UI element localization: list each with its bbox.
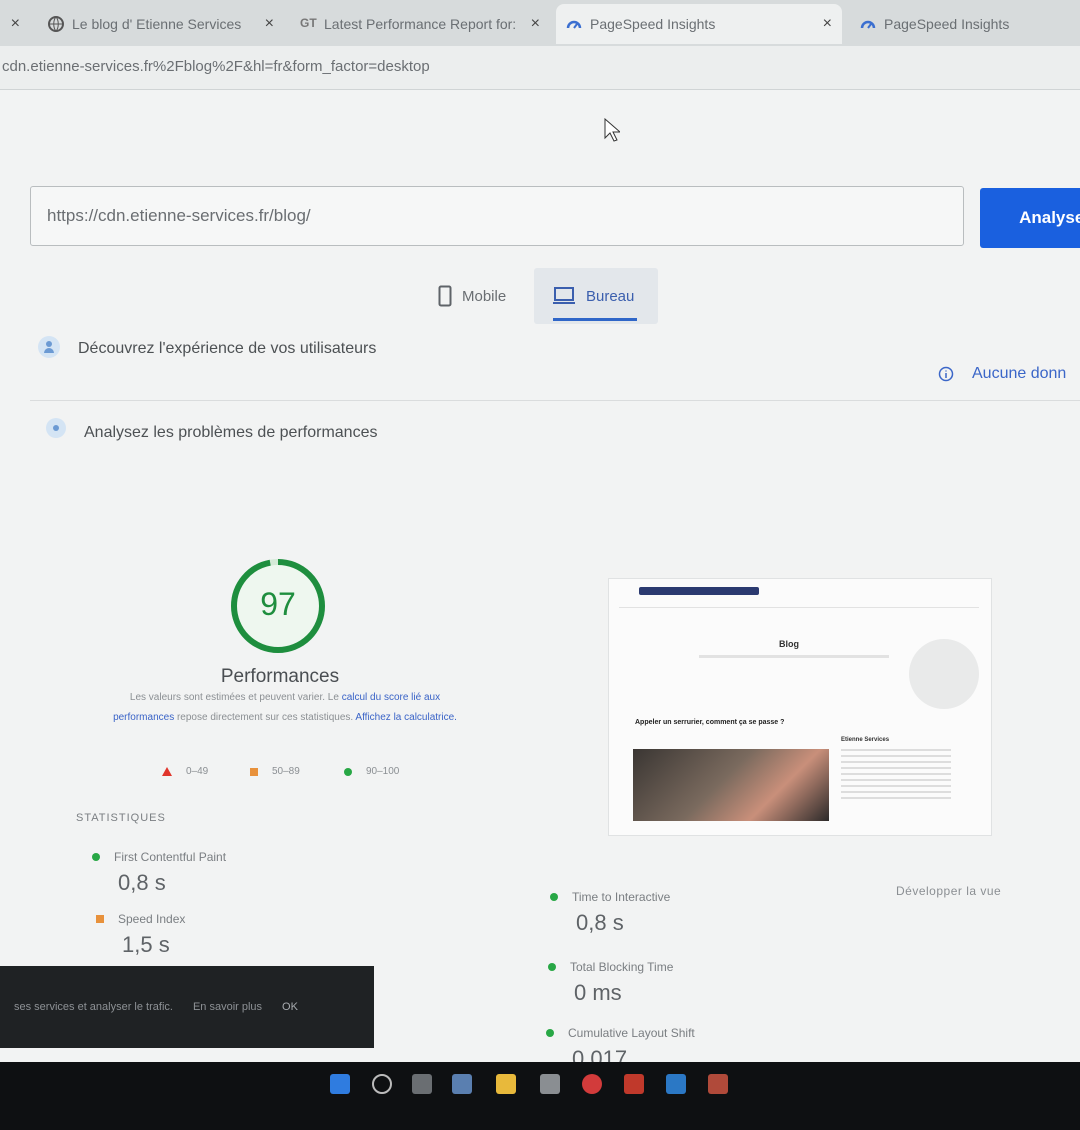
- task-view-icon[interactable]: [412, 1074, 432, 1094]
- metric-label: Time to Interactive: [572, 890, 671, 904]
- globe-icon: [48, 16, 64, 32]
- legend-poor: 0–49: [162, 766, 208, 777]
- metric-label: Speed Index: [118, 912, 186, 926]
- cookie-banner: ses services et analyser le trafic. En s…: [0, 966, 374, 1048]
- good-indicator: [550, 893, 558, 901]
- thumb-post-title: Appeler un serrurier, comment ça se pass…: [635, 719, 785, 726]
- taskbar: [0, 1062, 1080, 1130]
- tab-title: Latest Performance Report for: h: [324, 16, 520, 32]
- pagespeed-icon: [860, 20, 876, 29]
- legend-label: 0–49: [186, 766, 209, 777]
- address-url[interactable]: cdn.etienne-services.fr%2Fblog%2F&hl=fr&…: [2, 58, 430, 75]
- tab-blog[interactable]: Le blog d' Etienne Services ×: [38, 4, 284, 44]
- close-icon[interactable]: ×: [255, 15, 274, 33]
- laptop-icon: [553, 287, 575, 304]
- average-indicator: [96, 915, 104, 923]
- cookie-more-link[interactable]: En savoir plus: [193, 1001, 262, 1013]
- metric-speed-index: Speed Index 1,5 s: [96, 912, 185, 958]
- cookie-ok-button[interactable]: OK: [282, 1001, 298, 1013]
- good-indicator: [92, 853, 100, 861]
- divider: [30, 400, 1080, 401]
- app-icon[interactable]: [540, 1074, 560, 1094]
- vscode-icon[interactable]: [666, 1074, 686, 1094]
- stats-header: STATISTIQUES: [76, 812, 166, 824]
- metric-value: 1,5 s: [122, 932, 170, 957]
- search-icon[interactable]: [372, 1074, 392, 1094]
- no-data-notice: Aucune donn: [972, 365, 1067, 382]
- filezilla-icon[interactable]: [624, 1074, 644, 1094]
- phone-icon: [438, 285, 452, 307]
- expand-view-link[interactable]: Développer la vue: [896, 884, 1001, 898]
- analyse-button[interactable]: Analyser: [980, 188, 1080, 248]
- users-icon: [38, 336, 60, 358]
- url-input[interactable]: [30, 186, 964, 246]
- info-icon: [938, 366, 954, 382]
- legend-label: 50–89: [272, 766, 300, 777]
- tab-pagespeed[interactable]: PageSpeed Insights: [850, 4, 1080, 44]
- performance-description: Les valeurs sont estimées et peuvent var…: [100, 688, 470, 728]
- metric-fcp: First Contentful Paint 0,8 s: [92, 850, 226, 896]
- pagespeed-icon: [566, 20, 582, 29]
- cookie-text: ses services et analyser le trafic.: [14, 1001, 173, 1013]
- mouse-cursor-icon: [604, 118, 620, 142]
- legend-good: 90–100: [344, 766, 399, 777]
- metric-label: First Contentful Paint: [114, 850, 227, 864]
- good-indicator: [546, 1029, 554, 1037]
- metric-value: 0,8 s: [118, 870, 166, 895]
- lab-icon: [46, 418, 66, 438]
- desc-text: repose directement sur ces statistiques.: [174, 712, 356, 723]
- start-icon[interactable]: [330, 1074, 350, 1094]
- thumb-side-text: [841, 749, 951, 799]
- tab-desktop[interactable]: Bureau: [534, 268, 658, 324]
- app-icon[interactable]: [708, 1074, 728, 1094]
- circle-icon: [344, 767, 352, 776]
- triangle-icon: [162, 767, 172, 776]
- metric-value: 0,8 s: [576, 910, 624, 935]
- tab-mobile[interactable]: Mobile: [420, 268, 532, 324]
- network-icon[interactable]: [452, 1074, 472, 1094]
- field-data-title: Découvrez l'expérience de vos utilisateu…: [78, 340, 377, 357]
- square-icon: [250, 767, 258, 776]
- thumb-side-title: Etienne Services: [841, 737, 890, 743]
- desc-text: Les valeurs sont estimées et peuvent var…: [129, 692, 342, 703]
- good-indicator: [548, 963, 556, 971]
- performance-title: Performances: [220, 666, 340, 687]
- gtmetrix-icon: GT: [300, 16, 317, 30]
- tab-label: Bureau: [586, 287, 635, 305]
- active-tab-indicator: [553, 318, 637, 321]
- tab-label: Mobile: [462, 287, 507, 305]
- metric-tbt: Total Blocking Time 0 ms: [548, 960, 673, 1006]
- thumb-hero-image: [909, 639, 979, 709]
- lab-data-title: Analysez les problèmes de performances: [84, 424, 378, 441]
- thumb-post-image: [633, 749, 829, 821]
- folder-icon[interactable]: [496, 1074, 516, 1094]
- tab-gtmetrix[interactable]: GT Latest Performance Report for: h ×: [290, 4, 550, 44]
- performance-score: 97: [260, 586, 296, 622]
- calculator-link[interactable]: Affichez la calculatrice.: [355, 712, 457, 723]
- close-icon[interactable]: ×: [521, 15, 540, 33]
- divider: [619, 607, 979, 608]
- metric-label: Total Blocking Time: [570, 960, 674, 974]
- thumb-text: [699, 655, 889, 658]
- metric-value: 0 ms: [574, 980, 622, 1005]
- tab-title: PageSpeed Insights: [590, 16, 716, 32]
- browser-icon[interactable]: [582, 1074, 602, 1094]
- close-icon[interactable]: ×: [813, 15, 832, 33]
- thumb-blog-title: Blog: [779, 639, 799, 649]
- close-tab-icon[interactable]: ×: [0, 4, 30, 44]
- thumb-logo: [639, 587, 759, 595]
- legend-average: 50–89: [250, 766, 300, 777]
- tab-title: Le blog d' Etienne Services: [72, 16, 242, 32]
- tab-pagespeed-active[interactable]: PageSpeed Insights ×: [556, 4, 842, 44]
- metric-tti: Time to Interactive 0,8 s: [550, 890, 670, 936]
- legend-label: 90–100: [366, 766, 400, 777]
- page-screenshot: Blog Appeler un serrurier, comment ça se…: [608, 578, 992, 836]
- tab-title: PageSpeed Insights: [884, 16, 1010, 32]
- metric-label: Cumulative Layout Shift: [568, 1026, 695, 1040]
